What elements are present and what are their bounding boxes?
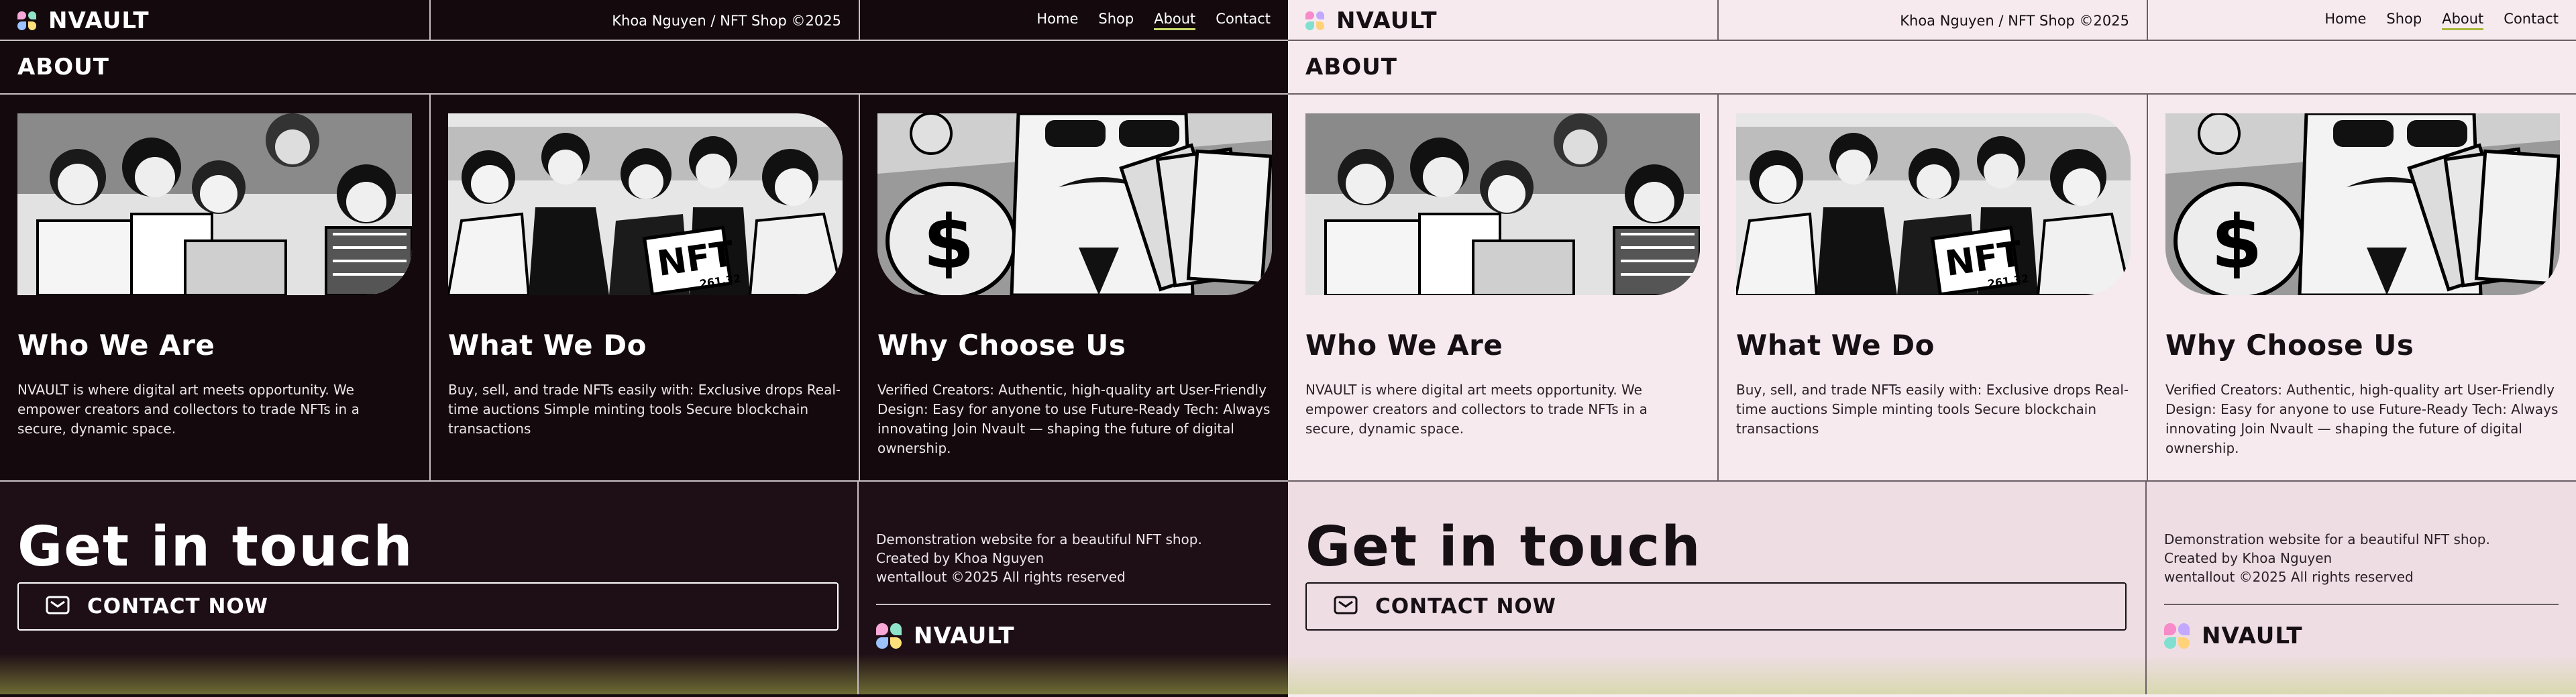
footer: Get in touch CONTACT NOW Demonstration w… (0, 482, 1288, 694)
column-what-we-do: NFT 261.32 What We Do Buy, sell, and tra… (1717, 95, 2147, 480)
column-title: What We Do (1736, 329, 1935, 362)
column-title: Who We Are (17, 329, 215, 362)
illustration-people-laptop (17, 113, 412, 295)
nav-shop[interactable]: Shop (2386, 11, 2422, 30)
column-what-we-do: NFT 261.32 What We Do Buy, sell, and tra… (429, 95, 859, 480)
about-columns: Who We Are NVAULT is where digital art m… (1288, 95, 2576, 482)
illustration-money-man: $ (2165, 113, 2560, 295)
main-nav: Home Shop About Contact (1036, 11, 1271, 30)
credit-text: Khoa Nguyen / NFT Shop ©2025 (612, 12, 841, 29)
footer-brand[interactable]: NVAULT (876, 623, 1271, 649)
envelope-icon (46, 596, 70, 617)
nvault-logo-icon (2164, 623, 2190, 649)
footer-info: Demonstration website for a beautiful NF… (857, 482, 1288, 694)
footer-info-text: Demonstration website for a beautiful NF… (2164, 530, 2559, 586)
footer-gradient (1288, 654, 2145, 694)
header-credit-cell: Khoa Nguyen / NFT Shop ©2025 (429, 0, 859, 41)
nav-about[interactable]: About (2442, 11, 2484, 30)
brand-name: NVAULT (1336, 7, 1438, 34)
column-why-choose-us: $ Why Choose Us Verified Creators: Authe… (859, 95, 1288, 480)
contact-now-button[interactable]: CONTACT NOW (1305, 582, 2127, 631)
section-title: ABOUT (1288, 41, 2576, 95)
main-nav: Home Shop About Contact (2324, 11, 2559, 30)
footer-line: Created by Khoa Nguyen (2164, 550, 2332, 566)
illustration-people-laptop (1305, 113, 1700, 295)
footer-gradient (859, 654, 1288, 694)
footer-info: Demonstration website for a beautiful NF… (2145, 482, 2576, 694)
header-nav-cell: Home Shop About Contact (859, 0, 1288, 41)
column-who-we-are: Who We Are NVAULT is where digital art m… (1288, 95, 1717, 480)
nvault-logo-icon (876, 623, 902, 649)
nav-contact[interactable]: Contact (1216, 11, 1271, 30)
brand-name: NVAULT (48, 7, 150, 34)
credit-text: Khoa Nguyen / NFT Shop ©2025 (1900, 12, 2129, 29)
nvault-logo-icon (17, 11, 36, 30)
column-who-we-are: Who We Are NVAULT is where digital art m… (0, 95, 429, 480)
contact-now-button[interactable]: CONTACT NOW (17, 582, 839, 631)
contact-now-label: CONTACT NOW (87, 594, 268, 619)
nav-about[interactable]: About (1154, 11, 1196, 30)
about-columns: Who We Are NVAULT is where digital art m… (0, 95, 1288, 482)
column-why-choose-us: $ Why Choose Us Verified Creators: Authe… (2147, 95, 2576, 480)
header: NVAULT Khoa Nguyen / NFT Shop ©2025 Home… (1288, 0, 2576, 41)
footer: Get in touch CONTACT NOW Demonstration w… (1288, 482, 2576, 694)
nav-contact[interactable]: Contact (2504, 11, 2559, 30)
illustration-money-man: $ (877, 113, 1272, 295)
nav-shop[interactable]: Shop (1098, 11, 1134, 30)
footer-line: wentallout ©2025 All rights reserved (876, 569, 1126, 585)
footer-brand[interactable]: NVAULT (2164, 623, 2559, 649)
brand-link[interactable]: NVAULT (17, 7, 150, 34)
footer-contact: Get in touch CONTACT NOW (1288, 482, 2145, 694)
about-page-dark: NVAULT Khoa Nguyen / NFT Shop ©2025 Home… (0, 0, 1288, 697)
column-text: Verified Creators: Authentic, high-quali… (2165, 382, 2559, 456)
footer-heading: Get in touch (1305, 515, 1702, 579)
footer-gradient (0, 654, 857, 694)
footer-line: Created by Khoa Nguyen (876, 550, 1044, 566)
column-text: NVAULT is where digital art meets opport… (1305, 382, 1648, 437)
footer-line: wentallout ©2025 All rights reserved (2164, 569, 2414, 585)
column-text: Buy, sell, and trade NFTs easily with: E… (1736, 382, 2129, 437)
envelope-icon (1334, 596, 1358, 617)
svg-text:$: $ (923, 199, 975, 285)
footer-divider (2164, 604, 2559, 605)
column-text: Verified Creators: Authentic, high-quali… (877, 382, 1271, 456)
header-credit-cell: Khoa Nguyen / NFT Shop ©2025 (1717, 0, 2147, 41)
footer-brand-name: NVAULT (2202, 623, 2303, 649)
nav-home[interactable]: Home (2324, 11, 2366, 30)
footer-info-text: Demonstration website for a beautiful NF… (876, 530, 1271, 586)
column-text: NVAULT is where digital art meets opport… (17, 382, 360, 437)
column-title: Why Choose Us (2165, 329, 2414, 362)
footer-heading: Get in touch (17, 515, 414, 579)
column-text: Buy, sell, and trade NFTs easily with: E… (448, 382, 841, 437)
about-page-light: NVAULT Khoa Nguyen / NFT Shop ©2025 Home… (1288, 0, 2576, 697)
section-title: ABOUT (0, 41, 1288, 95)
footer-line: Demonstration website for a beautiful NF… (876, 531, 1202, 547)
illustration-nft-crowd: NFT 261.32 (448, 113, 843, 295)
column-title: What We Do (448, 329, 647, 362)
footer-divider (876, 604, 1271, 605)
brand-link[interactable]: NVAULT (1305, 7, 1438, 34)
header-nav-cell: Home Shop About Contact (2147, 0, 2576, 41)
illustration-nft-crowd: NFT 261.32 (1736, 113, 2131, 295)
contact-now-label: CONTACT NOW (1375, 594, 1556, 619)
column-title: Why Choose Us (877, 329, 1126, 362)
footer-contact: Get in touch CONTACT NOW (0, 482, 857, 694)
footer-brand-name: NVAULT (914, 623, 1015, 649)
nvault-logo-icon (1305, 11, 1324, 30)
header: NVAULT Khoa Nguyen / NFT Shop ©2025 Home… (0, 0, 1288, 41)
nav-home[interactable]: Home (1036, 11, 1078, 30)
column-title: Who We Are (1305, 329, 1503, 362)
header-brand-cell: NVAULT (0, 0, 429, 41)
header-brand-cell: NVAULT (1288, 0, 1717, 41)
footer-gradient (2147, 654, 2576, 694)
svg-text:$: $ (2211, 199, 2263, 285)
footer-line: Demonstration website for a beautiful NF… (2164, 531, 2490, 547)
